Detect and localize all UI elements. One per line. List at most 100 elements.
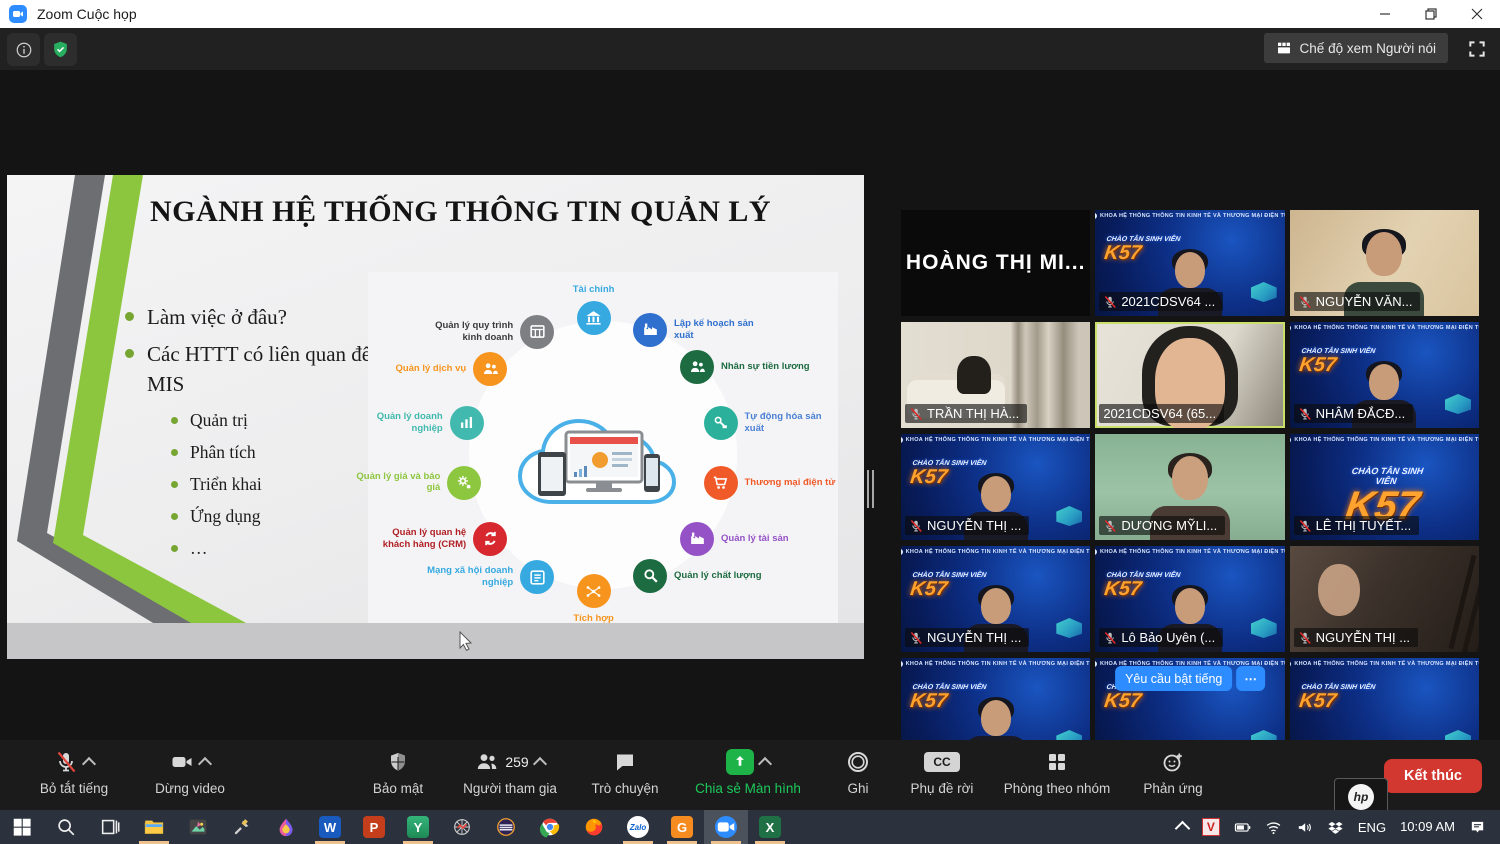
wifi-icon[interactable] (1265, 819, 1282, 836)
slide-bullets: Làm việc ở đâu?Các HTTT có liên quan đến… (125, 303, 385, 559)
chevron-up-icon[interactable] (758, 757, 772, 771)
mouse-cursor (458, 631, 474, 651)
panel-resize-handle[interactable] (867, 470, 877, 508)
participant-tile[interactable]: KHOA HỆ THỐNG THÔNG TIN KINH TẾ VÀ THƯƠN… (1095, 546, 1284, 652)
minimize-button[interactable] (1362, 0, 1408, 28)
participant-tile[interactable]: KHOA HỆ THỐNG THÔNG TIN KINH TẾ VÀ THƯƠN… (1290, 434, 1479, 540)
reactions-button[interactable]: Phản ứng (1124, 746, 1222, 796)
muted-mic-icon (1298, 519, 1312, 533)
fullscreen-icon[interactable] (1464, 36, 1490, 62)
participant-name: TRẦN THỊ HÀ... (927, 406, 1019, 421)
record-icon (846, 750, 870, 774)
notification-center-icon[interactable] (1469, 819, 1486, 836)
word-taskbar-icon[interactable]: W (308, 810, 352, 844)
share-icon (726, 749, 754, 775)
chat-button[interactable]: Trò chuyện (576, 746, 674, 796)
chevron-up-icon[interactable] (198, 757, 212, 771)
participant-name-bar: TRẦN THỊ HÀ... (905, 404, 1027, 423)
ask-to-unmute-button[interactable]: Yêu cầu bật tiếng (1115, 666, 1232, 691)
toolbar-label: Ghi (847, 781, 868, 796)
system-tray: V ENG 10:09 AM (1177, 810, 1500, 844)
close-button[interactable] (1454, 0, 1500, 28)
camera-button[interactable]: Dừng video (132, 746, 248, 796)
show-hidden-icons-icon[interactable] (1175, 821, 1191, 837)
diagram-node-label: Thương mại điện tử (745, 477, 837, 489)
participant-name: NGUYỄN THỊ ... (1316, 630, 1410, 645)
battery-icon[interactable] (1234, 819, 1251, 836)
photos-taskbar-icon[interactable] (176, 810, 220, 844)
mindmap-taskbar-icon[interactable]: Y (396, 810, 440, 844)
bullet-dot (125, 312, 134, 321)
toolbar-label: Dừng video (155, 781, 225, 796)
chevron-up-icon[interactable] (533, 757, 547, 771)
diagram-node-label: Lập kế hoạch sản xuất (674, 318, 766, 342)
faculty-logo-icon (901, 661, 903, 667)
meeting-info-icon[interactable] (7, 33, 40, 66)
language-indicator[interactable]: ENG (1358, 820, 1386, 835)
cloud-devices-illustration (508, 394, 698, 522)
bank-icon (577, 301, 611, 335)
diagram-node-label: Mạng xã hội doanh nghiệp (421, 565, 513, 589)
participant-tile[interactable]: NGUYỄN THỊ ... (1290, 546, 1479, 652)
participant-tile[interactable]: NGUYỄN VĂN... (1290, 210, 1479, 316)
search-taskbar-icon[interactable] (44, 810, 88, 844)
faculty-logo-icon (1095, 213, 1097, 219)
participant-tile[interactable]: KHOA HỆ THỐNG THÔNG TIN KINH TẾ VÀ THƯƠN… (1095, 210, 1284, 316)
participant-tile[interactable]: KHOA HỆ THỐNG THÔNG TIN KINH TẾ VÀ THƯƠN… (1290, 322, 1479, 428)
participant-name: NGUYỄN THỊ ... (927, 630, 1021, 645)
k57-3d-graphic (1251, 618, 1277, 638)
participant-name-bar: NHÂM ĐẮCĐ... (1294, 404, 1414, 423)
participant-name-bar: Lô Bảo Uyên (... (1099, 628, 1223, 647)
paint-3d-taskbar-icon[interactable] (264, 810, 308, 844)
restore-button[interactable] (1408, 0, 1454, 28)
participant-tile[interactable]: TRẦN THỊ HÀ... (901, 322, 1090, 428)
volume-icon[interactable] (1296, 819, 1313, 836)
powerpoint-taskbar-icon[interactable]: P (352, 810, 396, 844)
participant-tile[interactable]: KHOA HỆ THỐNG THÔNG TIN KINH TẾ VÀ THƯƠN… (901, 434, 1090, 540)
faculty-logo-icon (1290, 661, 1292, 667)
file-explorer-taskbar-icon[interactable] (132, 810, 176, 844)
view-mode-button[interactable]: Chế độ xem Người nói (1264, 33, 1448, 63)
record-button[interactable]: Ghi (822, 746, 894, 796)
cc-button[interactable]: CCPhụ đề rời (894, 746, 990, 796)
banner-text: KHOA HỆ THỐNG THÔNG TIN KINH TẾ VÀ THƯƠN… (1294, 661, 1479, 667)
task-view-taskbar-icon[interactable] (88, 810, 132, 844)
participant-tile[interactable]: HOÀNG THỊ MI... (901, 210, 1090, 316)
zoom-app-taskbar-icon[interactable] (704, 810, 748, 844)
bullet-dot (171, 481, 178, 488)
zalo-taskbar-icon[interactable]: Zalo (616, 810, 660, 844)
participants-button[interactable]: 259 Người tham gia (444, 746, 576, 796)
firefox-taskbar-icon[interactable] (572, 810, 616, 844)
end-meeting-button[interactable]: Kết thúc (1384, 759, 1482, 793)
tile-more-button[interactable]: ⋯ (1236, 666, 1265, 691)
faculty-logo-icon (1095, 549, 1097, 555)
encryption-shield-icon[interactable] (44, 33, 77, 66)
muted-mic-icon (1103, 519, 1117, 533)
hub-icon (577, 574, 611, 608)
participants-count: 259 (505, 754, 528, 770)
breakout-button[interactable]: Phòng theo nhóm (990, 746, 1124, 796)
excel-taskbar-icon[interactable]: X (748, 810, 792, 844)
chrome-taskbar-icon[interactable] (528, 810, 572, 844)
diagram-node-label: Quản lý quan hệ khách hàng (CRM) (374, 527, 466, 551)
web-tool-taskbar-icon[interactable] (440, 810, 484, 844)
eclipse-taskbar-icon[interactable] (484, 810, 528, 844)
share-button[interactable]: Chia sẻ Màn hình (674, 746, 822, 796)
participant-tile[interactable]: DƯƠNG MỸLI... (1095, 434, 1284, 540)
dropbox-icon[interactable] (1327, 819, 1344, 836)
toolbar-label: Người tham gia (463, 781, 557, 796)
dev-tools-taskbar-icon[interactable] (220, 810, 264, 844)
mic-off-button[interactable]: Bỏ tắt tiếng (16, 746, 132, 796)
unikey-icon[interactable]: V (1202, 818, 1220, 836)
participant-name-bar: NGUYỄN VĂN... (1294, 292, 1421, 311)
faculty-logo-icon (1095, 661, 1097, 667)
clock[interactable]: 10:09 AM (1400, 810, 1455, 844)
participant-name-bar: NGUYỄN THỊ ... (905, 628, 1029, 647)
participant-tile[interactable]: KHOA HỆ THỐNG THÔNG TIN KINH TẾ VÀ THƯƠN… (901, 546, 1090, 652)
participant-name: 2021CDSV64 (65... (1103, 406, 1216, 421)
participant-tile[interactable]: 2021CDSV64 (65... (1095, 322, 1284, 428)
shield-button[interactable]: Bảo mật (352, 746, 444, 796)
start-taskbar-icon[interactable] (0, 810, 44, 844)
chevron-up-icon[interactable] (82, 757, 96, 771)
g-app-taskbar-icon[interactable]: G (660, 810, 704, 844)
